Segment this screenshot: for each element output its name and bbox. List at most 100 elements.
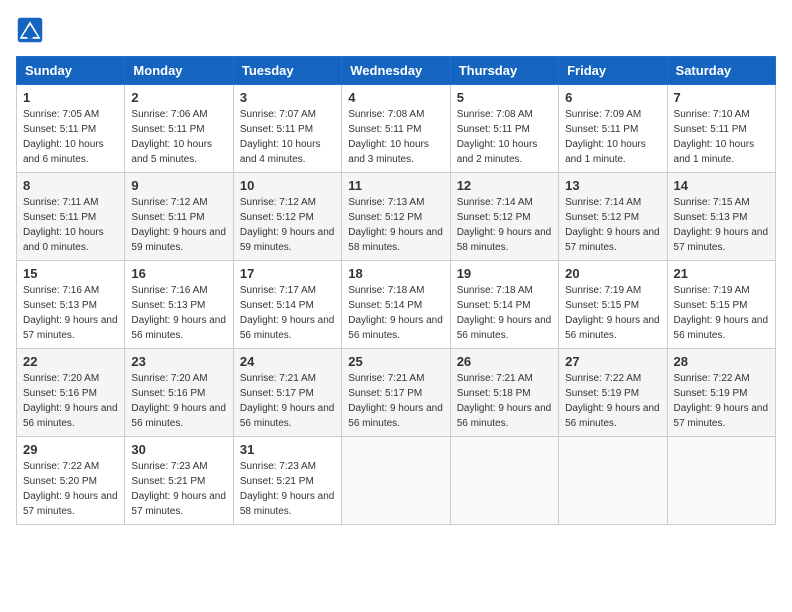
day-number: 1 [23,90,118,105]
weekday-header: Tuesday [233,57,341,85]
calendar-day-cell: 8Sunrise: 7:11 AMSunset: 5:11 PMDaylight… [17,173,125,261]
logo [16,16,48,44]
day-number: 21 [674,266,769,281]
calendar-day-cell: 26 Sunrise: 7:21 AMSunset: 5:18 PMDayligh… [450,349,558,437]
calendar-day-cell: 18 Sunrise: 7:18 AMSunset: 5:14 PMDayligh… [342,261,450,349]
calendar-day-cell: 22Sunrise: 7:20 AMSunset: 5:16 PMDayligh… [17,349,125,437]
day-info: Sunrise: 7:23 AMSunset: 5:21 PMDaylight:… [240,459,335,519]
day-number: 15 [23,266,118,281]
calendar-header-row: SundayMondayTuesdayWednesdayThursdayFrid… [17,57,776,85]
day-info: Sunrise: 7:16 AMSunset: 5:13 PMDaylight:… [131,283,226,343]
calendar-day-cell: 2 Sunrise: 7:06 AMSunset: 5:11 PMDaylight… [125,85,233,173]
day-number: 5 [457,90,552,105]
calendar-day-cell [342,437,450,525]
day-info: Sunrise: 7:06 AMSunset: 5:11 PMDaylight:… [131,107,226,167]
day-info: Sunrise: 7:17 AMSunset: 5:14 PMDaylight:… [240,283,335,343]
calendar-day-cell: 1 Sunrise: 7:05 AMSunset: 5:11 PMDaylight… [17,85,125,173]
weekday-header: Wednesday [342,57,450,85]
day-number: 6 [565,90,660,105]
calendar-day-cell: 25Sunrise: 7:21 AMSunset: 5:17 PMDayligh… [342,349,450,437]
day-number: 22 [23,354,118,369]
day-info: Sunrise: 7:13 AMSunset: 5:12 PMDaylight:… [348,195,443,255]
calendar-day-cell: 16 Sunrise: 7:16 AMSunset: 5:13 PMDayligh… [125,261,233,349]
calendar-day-cell: 31 Sunrise: 7:23 AMSunset: 5:21 PMDayligh… [233,437,341,525]
day-number: 29 [23,442,118,457]
calendar-day-cell [667,437,775,525]
calendar-day-cell: 17 Sunrise: 7:17 AMSunset: 5:14 PMDayligh… [233,261,341,349]
weekday-header: Sunday [17,57,125,85]
calendar-day-cell: 21 Sunrise: 7:19 AMSunset: 5:15 PMDayligh… [667,261,775,349]
calendar-week-row: 15 Sunrise: 7:16 AMSunset: 5:13 PMDayligh… [17,261,776,349]
day-info: Sunrise: 7:20 AMSunset: 5:16 PMDaylight:… [131,371,226,431]
day-number: 13 [565,178,660,193]
calendar-week-row: 8Sunrise: 7:11 AMSunset: 5:11 PMDaylight… [17,173,776,261]
day-number: 28 [674,354,769,369]
day-info: Sunrise: 7:19 AMSunset: 5:15 PMDaylight:… [565,283,660,343]
day-info: Sunrise: 7:08 AMSunset: 5:11 PMDaylight:… [457,107,552,167]
weekday-header: Thursday [450,57,558,85]
day-number: 4 [348,90,443,105]
day-info: Sunrise: 7:22 AMSunset: 5:19 PMDaylight:… [565,371,660,431]
day-number: 23 [131,354,226,369]
day-info: Sunrise: 7:22 AMSunset: 5:19 PMDaylight:… [674,371,769,431]
calendar-day-cell: 20 Sunrise: 7:19 AMSunset: 5:15 PMDayligh… [559,261,667,349]
calendar-day-cell [450,437,558,525]
day-number: 16 [131,266,226,281]
day-info: Sunrise: 7:21 AMSunset: 5:18 PMDaylight:… [457,371,552,431]
calendar-day-cell: 15 Sunrise: 7:16 AMSunset: 5:13 PMDayligh… [17,261,125,349]
calendar-day-cell: 3 Sunrise: 7:07 AMSunset: 5:11 PMDaylight… [233,85,341,173]
day-number: 12 [457,178,552,193]
day-info: Sunrise: 7:15 AMSunset: 5:13 PMDaylight:… [674,195,769,255]
calendar-day-cell: 11 Sunrise: 7:13 AMSunset: 5:12 PMDayligh… [342,173,450,261]
day-info: Sunrise: 7:14 AMSunset: 5:12 PMDaylight:… [457,195,552,255]
calendar-day-cell: 24 Sunrise: 7:21 AMSunset: 5:17 PMDayligh… [233,349,341,437]
day-info: Sunrise: 7:18 AMSunset: 5:14 PMDaylight:… [457,283,552,343]
day-number: 9 [131,178,226,193]
day-number: 11 [348,178,443,193]
calendar-day-cell: 7 Sunrise: 7:10 AMSunset: 5:11 PMDaylight… [667,85,775,173]
calendar-day-cell: 13 Sunrise: 7:14 AMSunset: 5:12 PMDayligh… [559,173,667,261]
day-number: 17 [240,266,335,281]
day-number: 18 [348,266,443,281]
day-info: Sunrise: 7:18 AMSunset: 5:14 PMDaylight:… [348,283,443,343]
day-number: 31 [240,442,335,457]
day-info: Sunrise: 7:12 AMSunset: 5:12 PMDaylight:… [240,195,335,255]
day-info: Sunrise: 7:16 AMSunset: 5:13 PMDaylight:… [23,283,118,343]
day-info: Sunrise: 7:05 AMSunset: 5:11 PMDaylight:… [23,107,118,167]
day-info: Sunrise: 7:12 AMSunset: 5:11 PMDaylight:… [131,195,226,255]
day-number: 30 [131,442,226,457]
day-number: 26 [457,354,552,369]
weekday-header: Saturday [667,57,775,85]
day-number: 19 [457,266,552,281]
calendar-day-cell [559,437,667,525]
day-info: Sunrise: 7:21 AMSunset: 5:17 PMDaylight:… [348,371,443,431]
calendar-day-cell: 5 Sunrise: 7:08 AMSunset: 5:11 PMDaylight… [450,85,558,173]
page-header [16,16,776,44]
calendar-day-cell: 27Sunrise: 7:22 AMSunset: 5:19 PMDayligh… [559,349,667,437]
calendar-day-cell: 28 Sunrise: 7:22 AMSunset: 5:19 PMDayligh… [667,349,775,437]
weekday-header: Monday [125,57,233,85]
calendar-week-row: 1 Sunrise: 7:05 AMSunset: 5:11 PMDaylight… [17,85,776,173]
day-number: 20 [565,266,660,281]
day-info: Sunrise: 7:10 AMSunset: 5:11 PMDaylight:… [674,107,769,167]
calendar-day-cell: 12 Sunrise: 7:14 AMSunset: 5:12 PMDayligh… [450,173,558,261]
day-number: 2 [131,90,226,105]
calendar-week-row: 22 Sunrise: 7:20 AMSunset: 5:16 PMDayligh… [17,349,776,437]
calendar-day-cell: 9 Sunrise: 7:12 AMSunset: 5:11 PMDaylight… [125,173,233,261]
logo-icon [16,16,44,44]
calendar-day-cell: 23 Sunrise: 7:20 AMSunset: 5:16 PMDayligh… [125,349,233,437]
calendar-table: SundayMondayTuesdayWednesdayThursdayFrid… [16,56,776,525]
calendar-day-cell: 19 Sunrise: 7:18 AMSunset: 5:14 PMDayligh… [450,261,558,349]
calendar-day-cell: 30 Sunrise: 7:23 AMSunset: 5:21 PMDayligh… [125,437,233,525]
day-number: 3 [240,90,335,105]
day-number: 24 [240,354,335,369]
day-number: 7 [674,90,769,105]
day-info: Sunrise: 7:23 AMSunset: 5:21 PMDaylight:… [131,459,226,519]
day-info: Sunrise: 7:22 AMSunset: 5:20 PMDaylight:… [23,459,118,519]
day-number: 8 [23,178,118,193]
weekday-header: Friday [559,57,667,85]
day-info: Sunrise: 7:21 AMSunset: 5:17 PMDaylight:… [240,371,335,431]
day-info: Sunrise: 7:19 AMSunset: 5:15 PMDaylight:… [674,283,769,343]
day-info: Sunrise: 7:07 AMSunset: 5:11 PMDaylight:… [240,107,335,167]
day-info: Sunrise: 7:14 AMSunset: 5:12 PMDaylight:… [565,195,660,255]
